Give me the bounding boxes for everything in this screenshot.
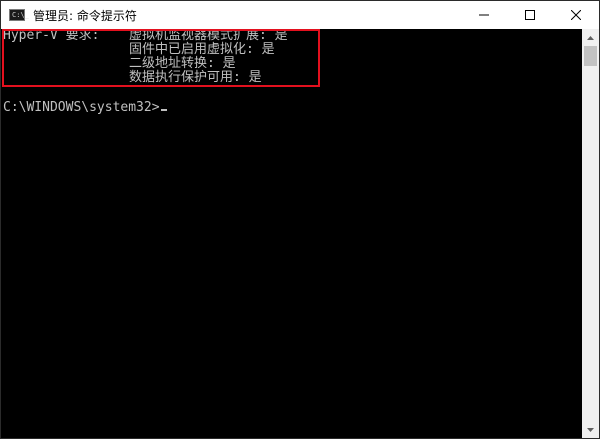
scroll-up-icon — [587, 35, 594, 40]
cmd-app-icon-glyph: C:\_ — [12, 11, 29, 19]
requirement-line: 二级地址转换: 是 — [129, 56, 236, 71]
maximize-icon — [525, 10, 535, 20]
cmd-app-icon[interactable]: C:\_ — [9, 9, 29, 21]
scroll-down-icon — [587, 427, 594, 432]
requirement-line: 固件中已启用虚拟化: 是 — [129, 42, 275, 57]
command-prompt-window: C:\_ 管理员: 命令提示符 Hyper-V 要求: 虚拟机监视器模式扩展: … — [0, 0, 600, 439]
prompt-text: C:\WINDOWS\system32> — [3, 100, 160, 115]
close-button[interactable] — [553, 1, 599, 29]
command-prompt-line[interactable]: C:\WINDOWS\system32> — [3, 101, 167, 115]
minimize-button[interactable] — [461, 1, 507, 29]
scroll-thumb[interactable] — [584, 46, 597, 66]
window-title: 管理员: 命令提示符 — [33, 8, 137, 23]
console-output[interactable]: Hyper-V 要求: 虚拟机监视器模式扩展: 是 固件中已启用虚拟化: 是 二… — [1, 29, 583, 438]
scroll-up-button[interactable] — [582, 29, 599, 46]
requirement-line: 虚拟机监视器模式扩展: 是 — [129, 29, 288, 43]
maximize-button[interactable] — [507, 1, 553, 29]
scroll-down-button[interactable] — [582, 421, 599, 438]
title-bar[interactable]: C:\_ 管理员: 命令提示符 — [1, 1, 599, 29]
requirement-line: 数据执行保护可用: 是 — [129, 70, 262, 85]
window-controls — [461, 1, 599, 29]
minimize-icon — [479, 14, 489, 16]
text-cursor — [160, 109, 167, 111]
vertical-scrollbar[interactable] — [582, 29, 599, 438]
close-icon — [571, 10, 581, 20]
hyper-v-label: Hyper-V 要求: — [3, 29, 100, 43]
